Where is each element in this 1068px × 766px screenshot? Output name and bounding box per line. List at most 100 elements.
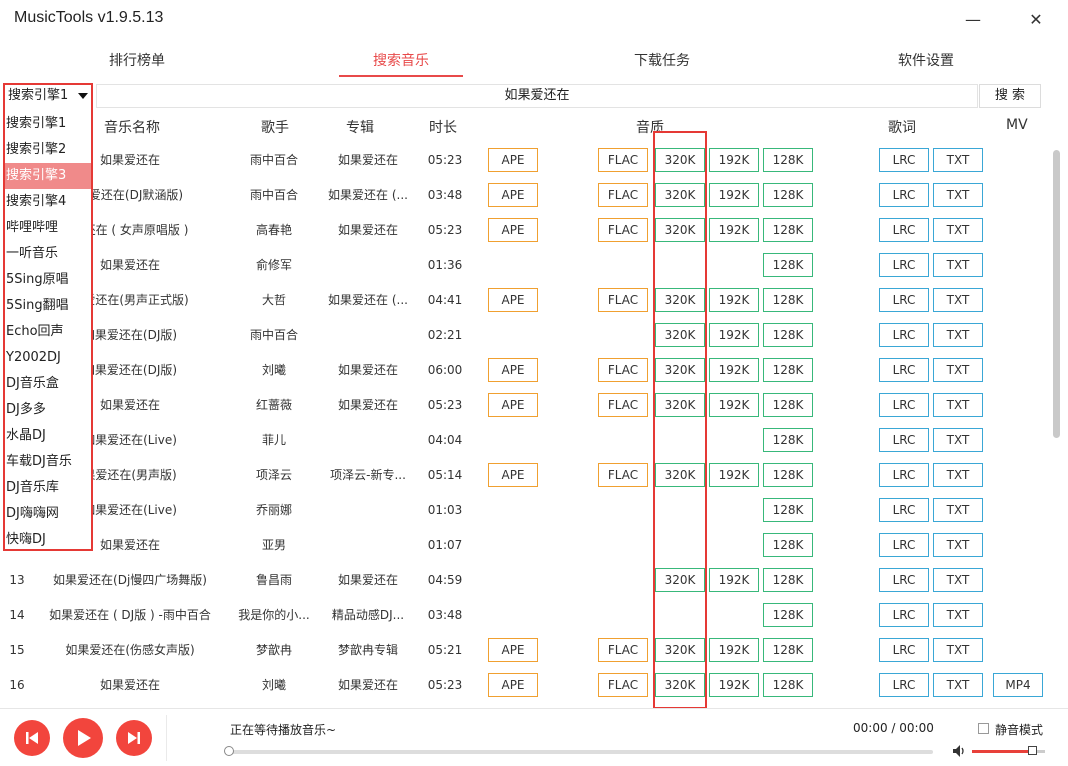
lrc-button[interactable]: LRC bbox=[879, 183, 929, 207]
flac-button[interactable]: FLAC bbox=[598, 463, 648, 487]
engine-option[interactable]: Y2002DJ bbox=[5, 345, 91, 371]
engine-option[interactable]: 一听音乐 bbox=[5, 241, 91, 267]
quality-192k-button[interactable]: 192K bbox=[709, 218, 759, 242]
next-button[interactable] bbox=[116, 720, 152, 756]
ape-button[interactable]: APE bbox=[488, 148, 538, 172]
quality-128k-button[interactable]: 128K bbox=[763, 323, 813, 347]
quality-320k-button[interactable]: 320K bbox=[655, 568, 705, 592]
quality-320k-button[interactable]: 320K bbox=[655, 673, 705, 697]
mute-checkbox[interactable] bbox=[978, 723, 989, 734]
quality-128k-button[interactable]: 128K bbox=[763, 673, 813, 697]
quality-128k-button[interactable]: 128K bbox=[763, 288, 813, 312]
search-engine-select[interactable]: 搜索引擎1 bbox=[5, 84, 91, 108]
quality-128k-button[interactable]: 128K bbox=[763, 148, 813, 172]
table-row[interactable]: 14 如果爱还在 ( DJ版 ) -雨中百合 我是你的小... 精品动感DJ... 03… bbox=[0, 598, 1048, 633]
tab-rankings[interactable]: 排行榜单 bbox=[75, 44, 199, 76]
quality-192k-button[interactable]: 192K bbox=[709, 148, 759, 172]
txt-button[interactable]: TXT bbox=[933, 463, 983, 487]
progress-bar[interactable] bbox=[224, 746, 933, 756]
engine-option[interactable]: 搜索引擎1 bbox=[5, 111, 91, 137]
lrc-button[interactable]: LRC bbox=[879, 638, 929, 662]
flac-button[interactable]: FLAC bbox=[598, 358, 648, 382]
search-input[interactable]: 如果爱还在 bbox=[96, 84, 978, 108]
lrc-button[interactable]: LRC bbox=[879, 148, 929, 172]
lrc-button[interactable]: LRC bbox=[879, 428, 929, 452]
flac-button[interactable]: FLAC bbox=[598, 218, 648, 242]
quality-192k-button[interactable]: 192K bbox=[709, 673, 759, 697]
table-row[interactable]: 如果爱还在(Live) 乔丽娜 01:03 128K LRC TXT bbox=[0, 493, 1048, 528]
prev-button[interactable] bbox=[14, 720, 50, 756]
quality-192k-button[interactable]: 192K bbox=[709, 183, 759, 207]
txt-button[interactable]: TXT bbox=[933, 253, 983, 277]
quality-128k-button[interactable]: 128K bbox=[763, 218, 813, 242]
play-button[interactable] bbox=[63, 718, 103, 758]
tab-settings[interactable]: 软件设置 bbox=[864, 44, 988, 76]
flac-button[interactable]: FLAC bbox=[598, 148, 648, 172]
engine-option[interactable]: 搜索引擎2 bbox=[5, 137, 91, 163]
txt-button[interactable]: TXT bbox=[933, 568, 983, 592]
quality-128k-button[interactable]: 128K bbox=[763, 463, 813, 487]
lrc-button[interactable]: LRC bbox=[879, 323, 929, 347]
engine-option[interactable]: DJ音乐盒 bbox=[5, 371, 91, 397]
engine-option[interactable]: 搜索引擎3 bbox=[5, 163, 91, 189]
tab-search-music[interactable]: 搜索音乐 bbox=[339, 44, 463, 76]
progress-knob[interactable] bbox=[224, 746, 234, 756]
txt-button[interactable]: TXT bbox=[933, 603, 983, 627]
table-row[interactable]: 果爱还在(男声版) 项泽云 项泽云-新专... 05:14 APE FLAC 320K 192… bbox=[0, 458, 1048, 493]
quality-320k-button[interactable]: 320K bbox=[655, 148, 705, 172]
flac-button[interactable]: FLAC bbox=[598, 673, 648, 697]
table-row[interactable]: 如果爱还在 俞修军 01:36 128K LRC TXT bbox=[0, 248, 1048, 283]
ape-button[interactable]: APE bbox=[488, 673, 538, 697]
lrc-button[interactable]: LRC bbox=[879, 673, 929, 697]
lrc-button[interactable]: LRC bbox=[879, 498, 929, 522]
quality-320k-button[interactable]: 320K bbox=[655, 288, 705, 312]
txt-button[interactable]: TXT bbox=[933, 148, 983, 172]
engine-option[interactable]: 5Sing原唱 bbox=[5, 267, 91, 293]
engine-option[interactable]: DJ音乐库 bbox=[5, 475, 91, 501]
lrc-button[interactable]: LRC bbox=[879, 393, 929, 417]
lrc-button[interactable]: LRC bbox=[879, 253, 929, 277]
txt-button[interactable]: TXT bbox=[933, 533, 983, 557]
table-row[interactable]: 如果爱还在 亚男 01:07 128K LRC TXT bbox=[0, 528, 1048, 563]
txt-button[interactable]: TXT bbox=[933, 358, 983, 382]
engine-option[interactable]: DJ多多 bbox=[5, 397, 91, 423]
engine-option[interactable]: 5Sing翻唱 bbox=[5, 293, 91, 319]
scrollbar-thumb[interactable] bbox=[1053, 150, 1060, 438]
results-scrollbar[interactable] bbox=[1050, 140, 1064, 706]
quality-320k-button[interactable]: 320K bbox=[655, 393, 705, 417]
flac-button[interactable]: FLAC bbox=[598, 288, 648, 312]
txt-button[interactable]: TXT bbox=[933, 638, 983, 662]
engine-option[interactable]: Echo回声 bbox=[5, 319, 91, 345]
lrc-button[interactable]: LRC bbox=[879, 288, 929, 312]
mv-button[interactable]: MP4 bbox=[993, 673, 1043, 697]
lrc-button[interactable]: LRC bbox=[879, 533, 929, 557]
close-button[interactable]: ✕ bbox=[1024, 8, 1048, 32]
table-row[interactable]: 如果爱还在 红蔷薇 如果爱还在 05:23 APE FLAC 320K 192K 128K LRC… bbox=[0, 388, 1048, 423]
engine-option[interactable]: 快嗨DJ bbox=[5, 527, 91, 553]
quality-128k-button[interactable]: 128K bbox=[763, 603, 813, 627]
quality-320k-button[interactable]: 320K bbox=[655, 358, 705, 382]
ape-button[interactable]: APE bbox=[488, 183, 538, 207]
ape-button[interactable]: APE bbox=[488, 218, 538, 242]
txt-button[interactable]: TXT bbox=[933, 393, 983, 417]
lrc-button[interactable]: LRC bbox=[879, 568, 929, 592]
table-row[interactable]: 爱还在 ( 女声原唱版 ) 高春艳 如果爱还在 05:23 APE FLAC 320K 192… bbox=[0, 213, 1048, 248]
quality-320k-button[interactable]: 320K bbox=[655, 323, 705, 347]
volume-slider-handle[interactable] bbox=[1028, 746, 1037, 755]
txt-button[interactable]: TXT bbox=[933, 288, 983, 312]
lrc-button[interactable]: LRC bbox=[879, 463, 929, 487]
quality-128k-button[interactable]: 128K bbox=[763, 498, 813, 522]
engine-option[interactable]: DJ嗨嗨网 bbox=[5, 501, 91, 527]
flac-button[interactable]: FLAC bbox=[598, 183, 648, 207]
lrc-button[interactable]: LRC bbox=[879, 603, 929, 627]
quality-192k-button[interactable]: 192K bbox=[709, 568, 759, 592]
quality-128k-button[interactable]: 128K bbox=[763, 568, 813, 592]
quality-192k-button[interactable]: 192K bbox=[709, 393, 759, 417]
quality-128k-button[interactable]: 128K bbox=[763, 428, 813, 452]
table-row[interactable]: 如果爱还在(Live) 菲儿 04:04 128K LRC TXT bbox=[0, 423, 1048, 458]
engine-option[interactable]: 哔哩哔哩 bbox=[5, 215, 91, 241]
quality-192k-button[interactable]: 192K bbox=[709, 638, 759, 662]
quality-320k-button[interactable]: 320K bbox=[655, 463, 705, 487]
txt-button[interactable]: TXT bbox=[933, 428, 983, 452]
engine-option[interactable]: 水晶DJ bbox=[5, 423, 91, 449]
